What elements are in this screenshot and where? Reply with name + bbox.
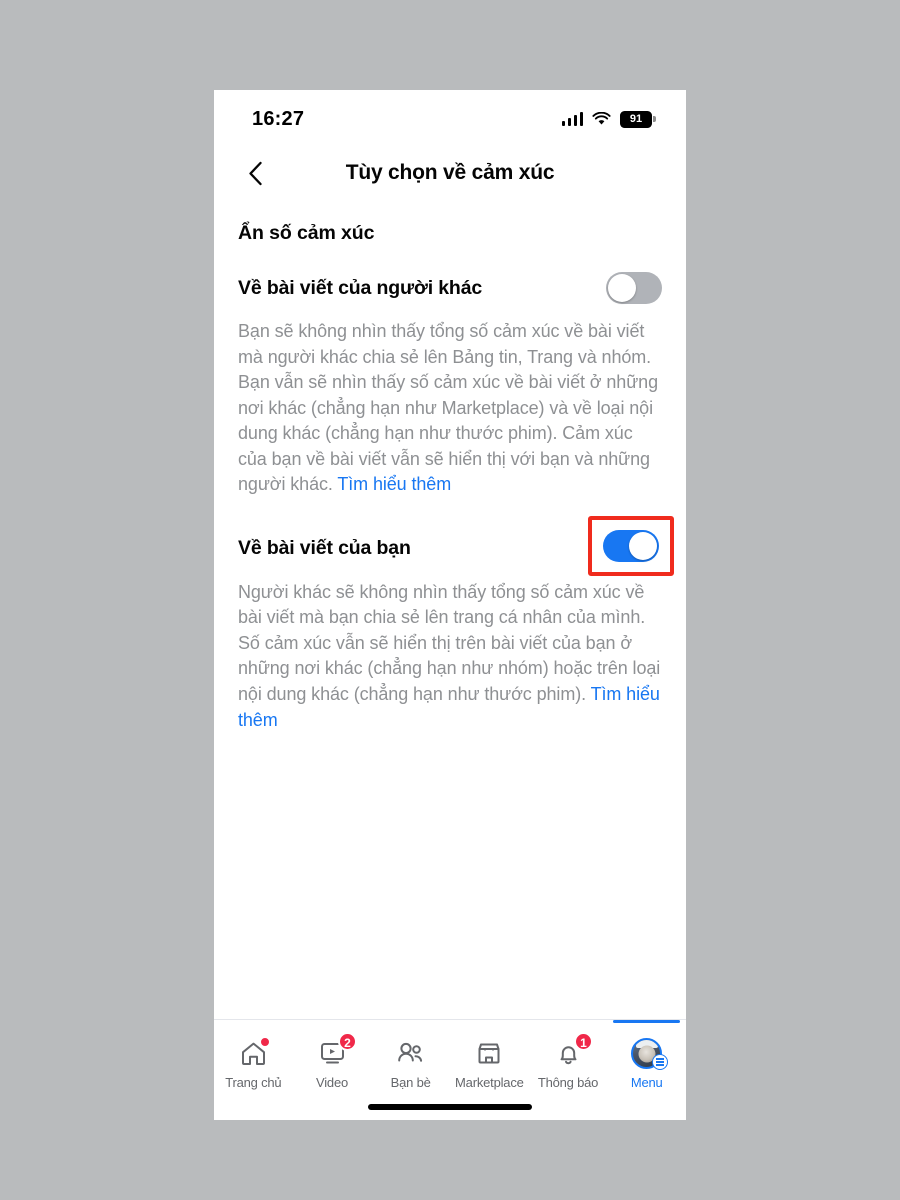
hamburger-icon xyxy=(651,1054,668,1070)
toggle-knob xyxy=(608,274,636,302)
nav-tab-label: Video xyxy=(316,1075,349,1090)
settings-content: Ẩn số cảm xúc Về bài viết của người khác… xyxy=(214,204,686,733)
screenshot-stage: 16:27 91 Tùy chọn về cảm xúc Ẩn số cảm x… xyxy=(0,0,900,1200)
setting-block-yours: Về bài viết của bạn Người khác sẽ không … xyxy=(238,515,674,733)
battery-level: 91 xyxy=(629,112,643,125)
toggle-your-posts[interactable] xyxy=(603,529,659,562)
status-bar-indicators: 91 xyxy=(561,110,656,128)
page-header: Tùy chọn về cảm xúc xyxy=(214,142,686,204)
home-notification-dot xyxy=(259,1036,272,1048)
highlight-annotation xyxy=(588,515,674,576)
description-text: Bạn sẽ không nhìn thấy tổng số cảm xúc v… xyxy=(238,321,658,495)
home-indicator xyxy=(368,1104,532,1110)
friends-icon xyxy=(398,1042,423,1062)
nav-tab-label: Marketplace xyxy=(455,1075,524,1090)
marketplace-icon xyxy=(478,1043,500,1063)
nav-tab-notifications[interactable]: 1 Thông báo xyxy=(529,1028,608,1090)
toggle-others-posts[interactable] xyxy=(606,272,662,304)
nav-tab-label: Bạn bè xyxy=(390,1075,431,1090)
setting-description-others: Bạn sẽ không nhìn thấy tổng số cảm xúc v… xyxy=(238,319,662,498)
nav-tab-friends[interactable]: Bạn bè xyxy=(371,1028,450,1090)
nav-tab-menu[interactable]: Menu xyxy=(607,1020,686,1090)
phone-screen: 16:27 91 Tùy chọn về cảm xúc Ẩn số cảm x… xyxy=(214,90,686,1120)
notifications-badge: 1 xyxy=(574,1032,594,1051)
setting-row-yours: Về bài viết của bạn xyxy=(238,515,674,576)
nav-tab-label: Menu xyxy=(630,1075,663,1090)
learn-more-link-others[interactable]: Tìm hiểu thêm xyxy=(337,474,451,494)
back-chevron-icon xyxy=(248,161,262,185)
nav-tabs: Trang chủ 2 Video Bạn bè Marketplace 1 T… xyxy=(214,1020,686,1090)
bottom-navigation: Trang chủ 2 Video Bạn bè Marketplace 1 T… xyxy=(214,1019,686,1120)
setting-label-others: Về bài viết của người khác xyxy=(238,276,483,299)
setting-label-yours: Về bài viết của bạn xyxy=(238,537,411,560)
cellular-signal-icon xyxy=(561,112,583,126)
toggle-knob xyxy=(629,531,657,560)
page-title: Tùy chọn về cảm xúc xyxy=(345,161,555,184)
setting-row-others: Về bài viết của người khác xyxy=(238,267,662,309)
setting-description-yours: Người khác sẽ không nhìn thấy tổng số cả… xyxy=(238,580,662,733)
nav-tab-home[interactable]: Trang chủ xyxy=(214,1028,293,1090)
section-title: Ẩn số cảm xúc xyxy=(238,222,375,244)
status-bar: 16:27 91 xyxy=(214,90,686,142)
nav-tab-marketplace[interactable]: Marketplace xyxy=(450,1028,529,1090)
back-button[interactable] xyxy=(238,156,272,190)
nav-tab-label: Thông báo xyxy=(537,1075,599,1090)
video-badge: 2 xyxy=(338,1032,357,1051)
nav-tab-video[interactable]: 2 Video xyxy=(293,1028,372,1090)
nav-tab-label: Trang chủ xyxy=(225,1075,282,1090)
status-bar-clock: 16:27 xyxy=(252,107,305,130)
wifi-icon xyxy=(592,112,611,125)
battery-icon: 91 xyxy=(620,110,656,128)
setting-block-others: Về bài viết của người khác Bạn sẽ không … xyxy=(238,267,662,498)
